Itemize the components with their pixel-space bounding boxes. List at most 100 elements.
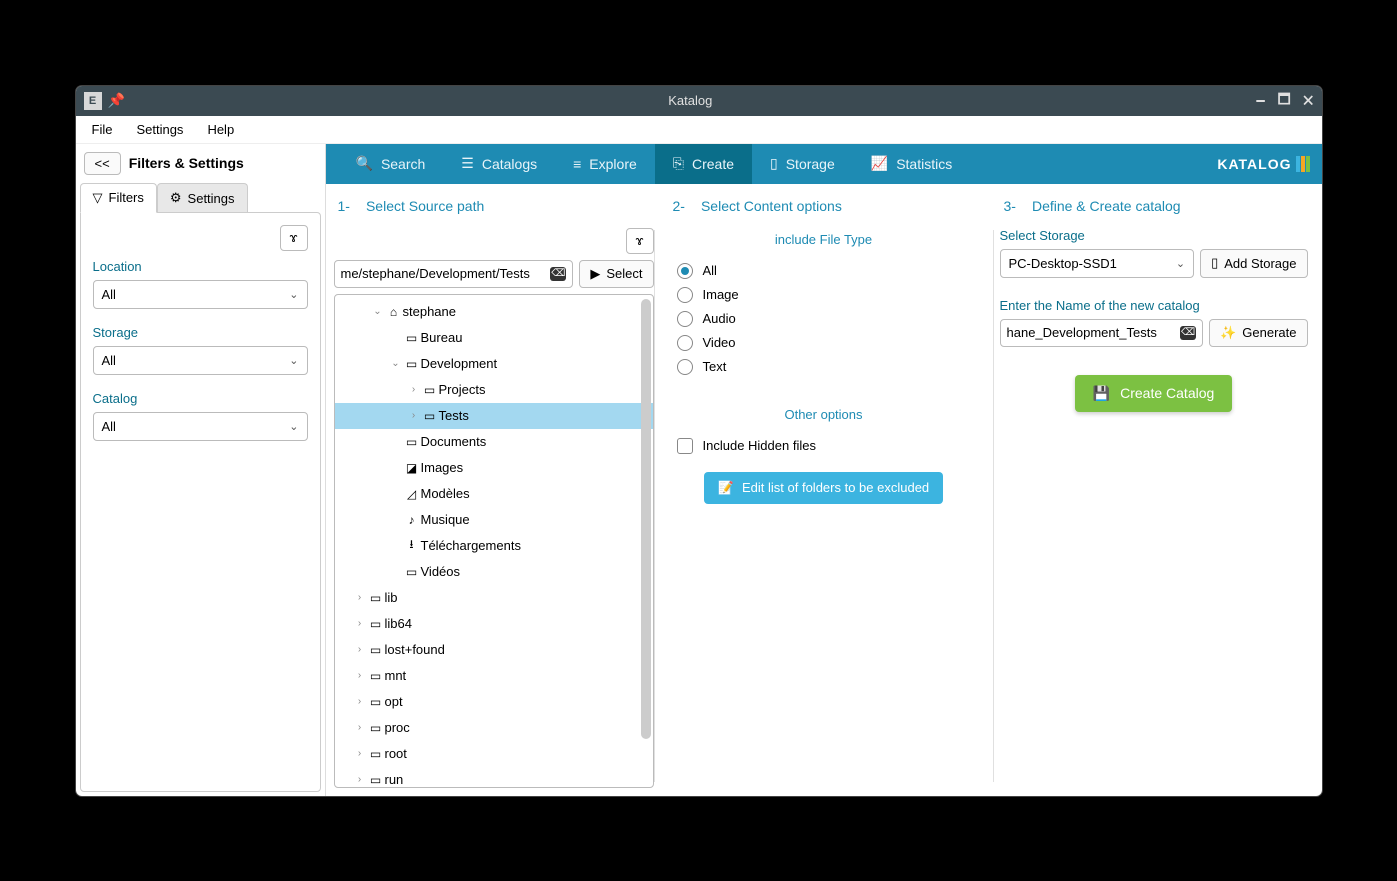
sidebar-tab-settings[interactable]: ⚙ Settings: [157, 183, 248, 213]
play-icon: ▶: [590, 266, 600, 282]
tree-item-modèles[interactable]: ◿Modèles: [335, 481, 653, 507]
tree-item-lost+found[interactable]: ›▭lost+found: [335, 637, 653, 663]
tree-item-stephane[interactable]: ⌄⌂stephane: [335, 299, 653, 325]
create-icon: ⎘: [673, 155, 684, 172]
tree-item-musique[interactable]: ♪Musique: [335, 507, 653, 533]
device-icon: ▯: [1211, 255, 1218, 271]
folder-icon: ▭: [367, 695, 385, 709]
folder-icon: ◪: [403, 461, 421, 475]
tab-search[interactable]: 🔍Search: [338, 144, 444, 184]
folder-icon: ▭: [403, 435, 421, 449]
step3-title: Define & Create catalog: [1032, 198, 1181, 214]
expand-icon[interactable]: ›: [407, 410, 421, 421]
folder-icon: ▭: [367, 773, 385, 787]
tree-item-vidéos[interactable]: ▭Vidéos: [335, 559, 653, 585]
expand-icon[interactable]: ›: [353, 722, 367, 733]
tab-storage[interactable]: ▯Storage: [752, 144, 853, 184]
folder-tree[interactable]: ⌄⌂stephane▭Bureau⌄▭Development›▭Projects…: [334, 294, 654, 788]
save-icon: 💾: [1093, 385, 1110, 402]
select-storage-label: Select Storage: [1000, 228, 1308, 243]
chevron-down-icon: ⌄: [1176, 257, 1185, 270]
catalog-name-input[interactable]: hane_Development_Tests ⌫: [1000, 319, 1204, 347]
tree-item-images[interactable]: ◪Images: [335, 455, 653, 481]
filetype-radio-image[interactable]: Image: [669, 283, 979, 307]
expand-icon[interactable]: ›: [407, 384, 421, 395]
tree-item-development[interactable]: ⌄▭Development: [335, 351, 653, 377]
minimize-icon[interactable]: 🗕: [1256, 89, 1266, 113]
expand-icon[interactable]: ⌄: [389, 358, 403, 369]
add-storage-button[interactable]: ▯ Add Storage: [1200, 249, 1307, 278]
location-select[interactable]: All ⌄: [93, 280, 308, 309]
path-reset-button[interactable]: ɤ: [626, 228, 654, 254]
tab-statistics[interactable]: 📈Statistics: [853, 144, 970, 184]
pin-icon[interactable]: 📌: [108, 92, 125, 109]
tab-catalogs[interactable]: ☰Catalogs: [443, 144, 555, 184]
tree-item-root[interactable]: ›▭root: [335, 741, 653, 767]
tree-item-mnt[interactable]: ›▭mnt: [335, 663, 653, 689]
expand-icon[interactable]: ›: [353, 644, 367, 655]
scrollbar[interactable]: [641, 299, 651, 739]
tree-item-label: lib: [385, 590, 398, 605]
tree-item-label: root: [385, 746, 407, 761]
filetype-radio-audio[interactable]: Audio: [669, 307, 979, 331]
step1-panel: 1-Select Source path ɤ me/stephane/Devel…: [334, 190, 654, 788]
expand-icon[interactable]: ›: [353, 670, 367, 681]
expand-icon[interactable]: ›: [353, 696, 367, 707]
tree-item-téléchargements[interactable]: ⭳Téléchargements: [335, 533, 653, 559]
sidebar-title: Filters & Settings: [129, 155, 244, 171]
filetype-header: include File Type: [669, 232, 979, 247]
source-path-input[interactable]: me/stephane/Development/Tests ⌫: [334, 260, 574, 288]
tree-item-opt[interactable]: ›▭opt: [335, 689, 653, 715]
storage-icon: ▯: [770, 155, 778, 172]
sidebar: << Filters & Settings ▽ Filters ⚙ Settin…: [76, 144, 326, 796]
tree-item-documents[interactable]: ▭Documents: [335, 429, 653, 455]
storage-select-main[interactable]: PC-Desktop-SSD1 ⌄: [1000, 249, 1195, 278]
maximize-icon[interactable]: 🗖: [1278, 89, 1291, 113]
expand-icon[interactable]: ›: [353, 592, 367, 603]
hidden-files-checkbox[interactable]: Include Hidden files: [669, 434, 979, 458]
expand-icon[interactable]: ›: [353, 748, 367, 759]
tree-item-run[interactable]: ›▭run: [335, 767, 653, 788]
explore-icon: ≡: [573, 156, 581, 172]
tree-item-lib[interactable]: ›▭lib: [335, 585, 653, 611]
sidebar-collapse-button[interactable]: <<: [84, 152, 121, 175]
folder-icon: ▭: [403, 565, 421, 579]
close-icon[interactable]: 🗙: [1303, 89, 1314, 113]
main-area: 🔍Search ☰Catalogs ≡Explore ⎘Create ▯Stor…: [326, 144, 1322, 796]
folder-icon: ▭: [403, 331, 421, 345]
edit-exclude-button[interactable]: 📝 Edit list of folders to be excluded: [704, 472, 943, 504]
tab-explore[interactable]: ≡Explore: [555, 144, 655, 184]
folder-icon: ▭: [367, 643, 385, 657]
clear-name-icon[interactable]: ⌫: [1180, 326, 1196, 340]
folder-icon: ▭: [367, 721, 385, 735]
expand-icon[interactable]: ›: [353, 774, 367, 785]
window-title: Katalog: [125, 93, 1256, 108]
sidebar-tab-filters[interactable]: ▽ Filters: [80, 183, 157, 213]
tree-item-label: Documents: [421, 434, 487, 449]
titlebar: E 📌 Katalog 🗕 🗖 🗙: [76, 86, 1322, 116]
expand-icon[interactable]: ›: [353, 618, 367, 629]
menu-settings[interactable]: Settings: [126, 118, 193, 141]
filetype-radio-all[interactable]: All: [669, 259, 979, 283]
step2-title: Select Content options: [701, 198, 842, 214]
tab-create[interactable]: ⎘Create: [655, 144, 752, 184]
clear-path-icon[interactable]: ⌫: [550, 267, 566, 281]
tree-item-tests[interactable]: ›▭Tests: [335, 403, 653, 429]
tree-item-projects[interactable]: ›▭Projects: [335, 377, 653, 403]
storage-select[interactable]: All ⌄: [93, 346, 308, 375]
catalog-select[interactable]: All ⌄: [93, 412, 308, 441]
sidebar-clear-button[interactable]: ɤ: [280, 225, 308, 251]
menu-help[interactable]: Help: [197, 118, 244, 141]
generate-button[interactable]: ✨ Generate: [1209, 319, 1307, 347]
menu-file[interactable]: File: [82, 118, 123, 141]
select-path-button[interactable]: ▶ Select: [579, 260, 653, 288]
filetype-radio-text[interactable]: Text: [669, 355, 979, 379]
tree-item-label: Projects: [439, 382, 486, 397]
tree-item-lib64[interactable]: ›▭lib64: [335, 611, 653, 637]
create-catalog-button[interactable]: 💾 Create Catalog: [1075, 375, 1233, 412]
expand-icon[interactable]: ⌄: [371, 306, 385, 317]
tree-item-proc[interactable]: ›▭proc: [335, 715, 653, 741]
filetype-radio-video[interactable]: Video: [669, 331, 979, 355]
tree-item-label: Téléchargements: [421, 538, 521, 553]
tree-item-bureau[interactable]: ▭Bureau: [335, 325, 653, 351]
